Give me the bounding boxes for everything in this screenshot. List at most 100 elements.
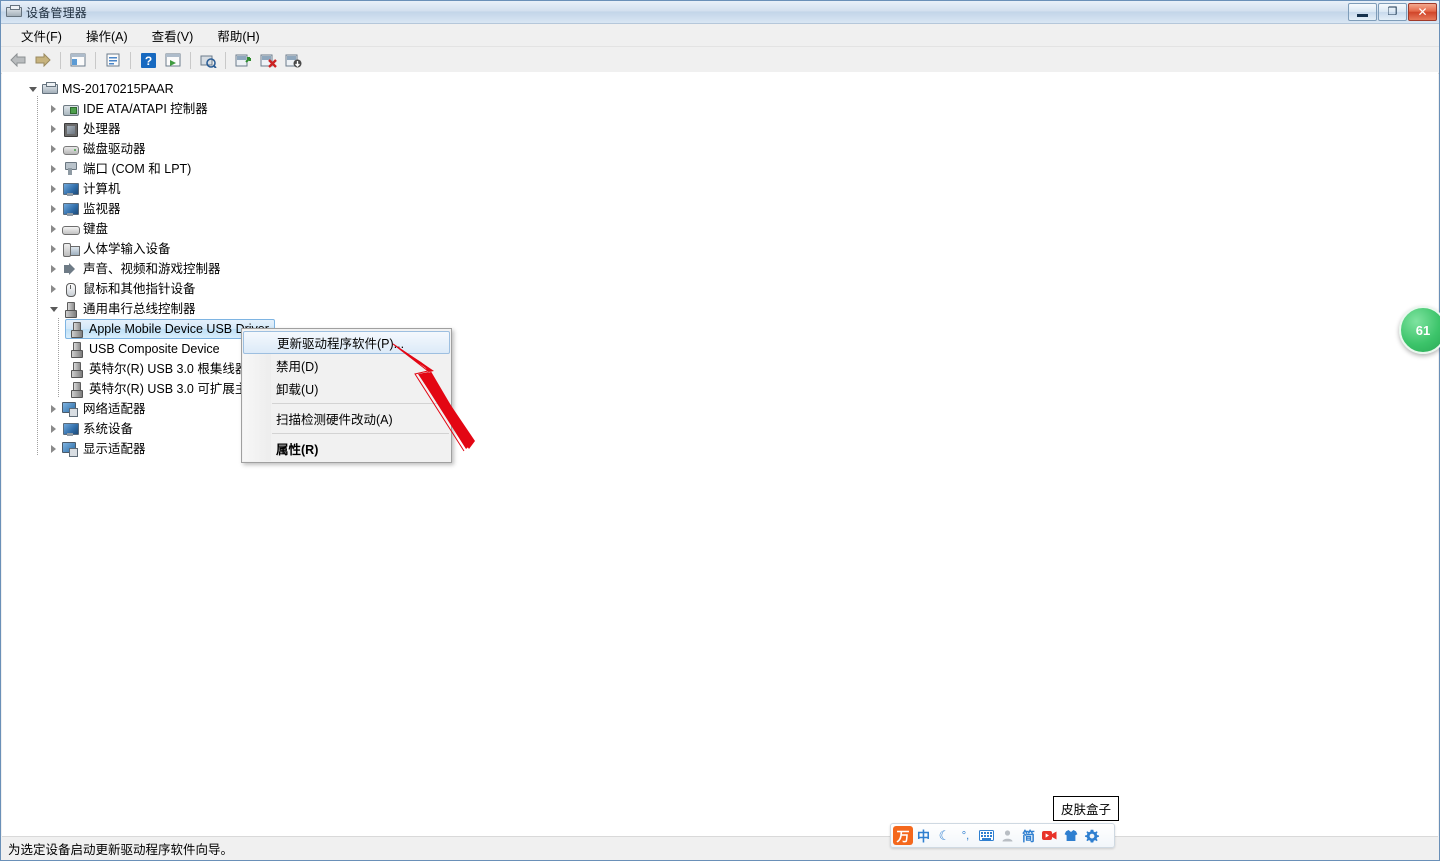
menu-help[interactable]: 帮助(H)	[205, 24, 271, 47]
ime-settings-gear-icon[interactable]	[1081, 825, 1102, 846]
ime-logo-icon[interactable]: 万	[893, 826, 913, 845]
mouse-icon	[62, 281, 78, 297]
status-badge[interactable]: 61	[1399, 306, 1440, 354]
minimize-button[interactable]	[1348, 3, 1377, 21]
help-icon[interactable]: ?	[136, 49, 160, 71]
chevron-right-icon[interactable]	[49, 284, 60, 295]
ctx-item-label: 属性(R)	[276, 443, 319, 457]
menu-view[interactable]: 查看(V)	[140, 24, 206, 47]
restore-button[interactable]: ❐	[1378, 3, 1407, 21]
disk-drive-icon	[62, 141, 79, 157]
usb-device-icon	[68, 321, 84, 338]
tree-node-label: MS-20170215PAAR	[62, 82, 174, 96]
context-menu-separator	[272, 403, 449, 404]
chevron-right-icon[interactable]	[49, 164, 60, 175]
chevron-right-icon[interactable]	[49, 144, 60, 155]
chevron-right-icon[interactable]	[49, 244, 60, 255]
tree-node-hid[interactable]: 人体学输入设备	[49, 239, 171, 259]
uninstall-device-icon[interactable]	[281, 49, 305, 71]
chevron-right-icon[interactable]	[49, 264, 60, 275]
chevron-right-icon[interactable]	[49, 124, 60, 135]
chevron-right-icon[interactable]	[49, 224, 60, 235]
tree-node-usb-composite[interactable]: USB Composite Device	[68, 339, 220, 359]
hid-icon	[62, 241, 80, 257]
ime-video-icon[interactable]	[1039, 825, 1060, 846]
ime-user-icon[interactable]	[997, 825, 1018, 846]
device-tree[interactable]: MS-20170215PAAR IDE ATA/ATAPI 控制器 处理器 磁盘…	[2, 72, 1438, 837]
ctx-scan-hardware[interactable]: 扫描检测硬件改动(A)	[242, 407, 451, 430]
ctx-properties[interactable]: 属性(R)	[242, 437, 451, 460]
ime-soft-keyboard-icon[interactable]	[976, 825, 997, 846]
tree-node-label: 系统设备	[83, 422, 134, 436]
toolbar-separator	[60, 51, 61, 69]
title-bar: 设备管理器 ❐ ✕	[1, 1, 1439, 24]
usb-device-icon	[68, 361, 84, 378]
ctx-item-label: 更新驱动程序软件(P)...	[277, 337, 405, 351]
tree-node-label: 通用串行总线控制器	[83, 302, 196, 316]
tree-node-processor[interactable]: 处理器	[49, 119, 121, 139]
tree-node-computer[interactable]: 计算机	[49, 179, 121, 199]
ime-simplified-icon[interactable]: 简	[1018, 825, 1039, 846]
ime-moon-icon[interactable]: ☾	[934, 825, 955, 846]
ime-language-mode[interactable]: 中	[913, 825, 934, 846]
chevron-right-icon[interactable]	[49, 204, 60, 215]
tree-node-ide[interactable]: IDE ATA/ATAPI 控制器	[49, 99, 208, 119]
tree-node-label: 网络适配器	[83, 402, 146, 416]
device-manager-icon	[5, 4, 22, 20]
ide-controller-icon	[62, 101, 79, 117]
tree-node-sound[interactable]: 声音、视频和游戏控制器	[49, 259, 221, 279]
tree-node-display-adapters[interactable]: 显示适配器	[49, 439, 146, 459]
tree-node-disk-drives[interactable]: 磁盘驱动器	[49, 139, 146, 159]
update-driver-icon[interactable]	[196, 49, 220, 71]
ime-toolbar[interactable]: 万 中 ☾ °, 简	[890, 823, 1115, 848]
tree-node-keyboards[interactable]: 键盘	[49, 219, 108, 239]
enable-device-icon[interactable]	[231, 49, 255, 71]
close-icon: ✕	[1417, 5, 1428, 19]
close-button[interactable]: ✕	[1408, 3, 1437, 21]
ctx-update-driver[interactable]: 更新驱动程序软件(P)...	[243, 331, 450, 354]
status-text: 为选定设备启动更新驱动程序软件向导。	[8, 842, 234, 857]
chevron-right-icon[interactable]	[49, 444, 60, 455]
ime-skin-icon[interactable]	[1060, 825, 1081, 846]
menu-action[interactable]: 操作(A)	[74, 24, 140, 47]
chevron-right-icon[interactable]	[49, 104, 60, 115]
tree-root-node[interactable]: MS-20170215PAAR	[28, 79, 174, 99]
computer-node-icon	[62, 181, 79, 197]
toolbar-separator	[95, 51, 96, 69]
chevron-right-icon[interactable]	[49, 184, 60, 195]
port-icon	[62, 161, 78, 177]
network-adapter-icon	[62, 401, 78, 417]
menu-file[interactable]: 文件(F)	[9, 24, 74, 47]
tree-node-apple-mobile-device[interactable]: Apple Mobile Device USB Driver	[65, 319, 275, 339]
tree-node-monitors[interactable]: 监视器	[49, 199, 121, 219]
tree-node-usb-controllers[interactable]: 通用串行总线控制器	[49, 299, 196, 319]
back-icon[interactable]	[6, 49, 30, 71]
ctx-uninstall[interactable]: 卸载(U)	[242, 377, 451, 400]
properties-icon[interactable]	[101, 49, 125, 71]
toolbar-separator	[225, 51, 226, 69]
tree-node-system-devices[interactable]: 系统设备	[49, 419, 133, 439]
tree-node-label: 显示适配器	[83, 442, 146, 456]
tree-node-label: 计算机	[83, 182, 121, 196]
tree-node-ports[interactable]: 端口 (COM 和 LPT)	[49, 159, 191, 179]
window-title: 设备管理器	[26, 5, 88, 20]
tree-node-label: 人体学输入设备	[83, 242, 171, 256]
device-manager-window: 设备管理器 ❐ ✕ 文件(F) 操作(A) 查看(V) 帮助(H) ? MS-2…	[0, 0, 1440, 861]
disable-device-icon[interactable]	[256, 49, 280, 71]
chevron-right-icon[interactable]	[49, 404, 60, 415]
ime-punctuation-icon[interactable]: °,	[955, 825, 976, 846]
tree-node-mice[interactable]: 鼠标和其他指针设备	[49, 279, 196, 299]
tree-node-label: 英特尔(R) USB 3.0 根集线器	[89, 362, 248, 376]
tree-node-label: 端口 (COM 和 LPT)	[83, 162, 192, 176]
ctx-disable[interactable]: 禁用(D)	[242, 354, 451, 377]
chevron-down-icon[interactable]	[49, 304, 60, 315]
scan-hardware-changes-icon[interactable]	[161, 49, 185, 71]
chevron-right-icon[interactable]	[49, 424, 60, 435]
tree-node-network-adapters[interactable]: 网络适配器	[49, 399, 146, 419]
forward-icon[interactable]	[31, 49, 55, 71]
tree-node-usb3-root-hub[interactable]: 英特尔(R) USB 3.0 根集线器	[68, 359, 247, 379]
context-menu: 更新驱动程序软件(P)... 禁用(D) 卸载(U) 扫描检测硬件改动(A) 属…	[241, 328, 452, 463]
chevron-down-icon[interactable]	[28, 84, 39, 95]
svg-text:?: ?	[144, 54, 151, 68]
show-hide-console-tree-icon[interactable]	[66, 49, 90, 71]
